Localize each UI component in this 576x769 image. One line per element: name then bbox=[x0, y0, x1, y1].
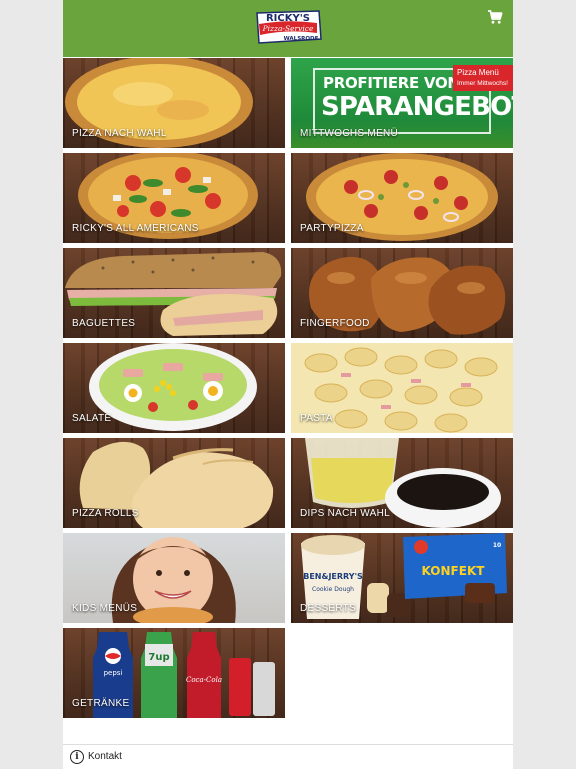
info-icon[interactable]: i bbox=[70, 750, 84, 764]
tile-partypizza[interactable]: PARTYPIZZA bbox=[291, 153, 513, 243]
tile-getraenke[interactable]: pepsi 7up Coca-Cola GETRÄNKE bbox=[63, 628, 285, 718]
tile-label: PIZZA ROLLS bbox=[72, 508, 139, 519]
header-bar: RICKY'S Pizza-Service WALSRODE bbox=[63, 0, 513, 57]
tile-label: BAGUETTES bbox=[72, 318, 136, 329]
pepsi-text: pepsi bbox=[104, 669, 123, 677]
tile-pizza-rolls[interactable]: PIZZA ROLLS bbox=[63, 438, 285, 528]
logo-line2: Pizza-Service bbox=[262, 24, 314, 33]
tile-label: FINGERFOOD bbox=[300, 318, 370, 329]
cart-icon[interactable] bbox=[487, 9, 503, 25]
rickys-logo[interactable]: RICKY'S Pizza-Service WALSRODE bbox=[253, 9, 323, 45]
tile-label: MITTWOCHS MENÜ bbox=[300, 128, 399, 139]
tile-dips-nach-wahl[interactable]: DIPS NACH WAHL bbox=[291, 438, 513, 528]
cocacola-text: Coca-Cola bbox=[186, 676, 222, 684]
tile-label: DESSERTS bbox=[300, 603, 357, 614]
pizza-menu-badge: Pizza Menü Immer Mittwochs! bbox=[453, 65, 513, 91]
tile-desserts[interactable]: BEN&JERRY'S Cookie Dough KONFEKT 10 DESS… bbox=[291, 533, 513, 623]
tile-label: GETRÄNKE bbox=[72, 698, 130, 709]
tile-fingerfood[interactable]: FINGERFOOD bbox=[291, 248, 513, 338]
tile-label: RICKY'S ALL AMERICANS bbox=[72, 223, 199, 234]
app-frame: RICKY'S Pizza-Service WALSRODE PIZZA NAC… bbox=[63, 0, 513, 769]
tile-label: DIPS NACH WAHL bbox=[300, 508, 390, 519]
logo-line3: WALSRODE bbox=[284, 36, 319, 42]
tile-pasta[interactable]: PASTA bbox=[291, 343, 513, 433]
logo-line1: RICKY'S bbox=[266, 13, 310, 24]
tile-label: PARTYPIZZA bbox=[300, 223, 364, 234]
promo-subheadline: SPARANGEBOTEN bbox=[321, 92, 513, 122]
kontakt-link[interactable]: Kontakt bbox=[88, 751, 122, 762]
konfekt-count-text: 10 bbox=[493, 542, 501, 549]
ice-brand-text: BEN&JERRY'S bbox=[303, 572, 363, 581]
tile-kids-menus[interactable]: KIDS MENÜS bbox=[63, 533, 285, 623]
tile-mittwochs-menu[interactable]: PROFITIERE VON UNSE SPARANGEBOTEN Pizza … bbox=[291, 58, 513, 148]
tile-label: KIDS MENÜS bbox=[72, 603, 138, 614]
badge-subtitle: Immer Mittwochs! bbox=[457, 80, 508, 87]
tile-label: PIZZA NACH WAHL bbox=[72, 128, 167, 139]
tile-label: PASTA bbox=[300, 413, 333, 424]
badge-title: Pizza Menü bbox=[457, 68, 499, 77]
tile-rickys-all-americans[interactable]: RICKY'S ALL AMERICANS bbox=[63, 153, 285, 243]
footer-bar: i Kontakt bbox=[63, 744, 513, 769]
konfekt-text: KONFEKT bbox=[422, 564, 486, 578]
sevenup-text: 7up bbox=[148, 652, 169, 663]
tile-salate[interactable]: SALATE bbox=[63, 343, 285, 433]
ice-flavor-text: Cookie Dough bbox=[312, 586, 354, 593]
tile-baguettes[interactable]: BAGUETTES bbox=[63, 248, 285, 338]
tile-label: SALATE bbox=[72, 413, 112, 424]
tile-pizza-nach-wahl[interactable]: PIZZA NACH WAHL bbox=[63, 58, 285, 148]
